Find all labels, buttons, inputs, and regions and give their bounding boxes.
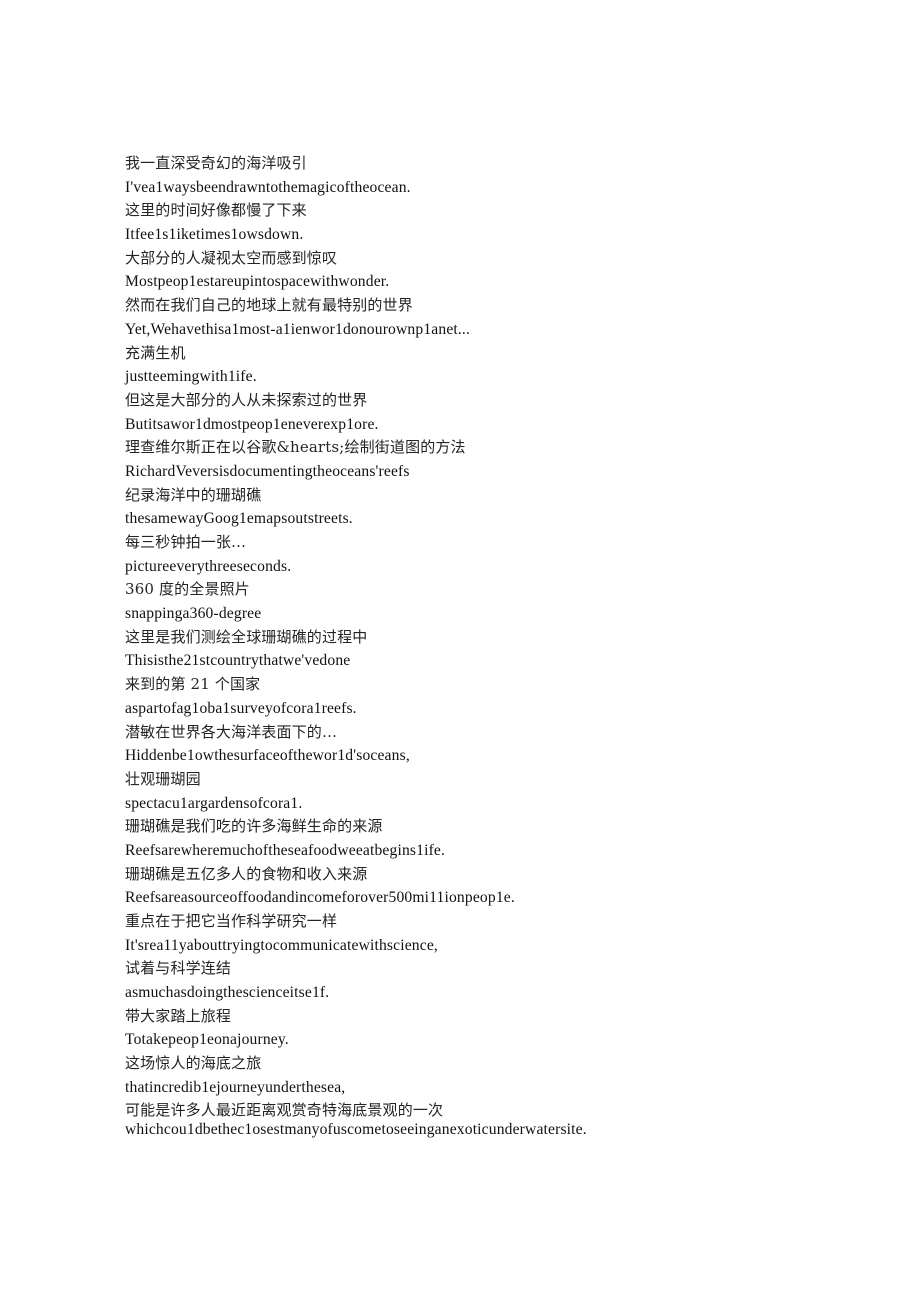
subtitle-line-english: Butitsawor1dmostpeop1eneverexp1ore. xyxy=(125,415,379,433)
subtitle-line-english: Totakepeop1eonajourney. xyxy=(125,1031,289,1049)
transcript-body: 我一直深受奇幻的海洋吸引 I'vea1waysbeendrawntothemagi… xyxy=(125,152,885,1140)
subtitle-line-chinese: 我一直深受奇幻的海洋吸引 xyxy=(125,154,307,172)
subtitle-line-chinese: 这场惊人的海底之旅 xyxy=(125,1054,262,1073)
subtitle-line-chinese: 重点在于把它当作科学研究一样 xyxy=(125,912,338,930)
subtitle-line-chinese: 纪录海洋中的珊瑚礁 xyxy=(125,485,262,504)
subtitle-line-english: Yet,Wehavethisa1most-a1ienwor1donourownp… xyxy=(125,320,471,338)
subtitle-line-chinese: 试着与科学连结 xyxy=(125,959,232,978)
subtitle-line-english: Itfee1s1iketimes1owsdown. xyxy=(125,226,304,244)
subtitle-line-english: thatincredib1ejourneyunderthesea, xyxy=(125,1078,346,1096)
subtitle-line-english: Thisisthe21stcountrythatwe'vedone xyxy=(125,652,351,670)
subtitle-line-english: thesamewayGoog1emapsoutstreets. xyxy=(125,510,353,528)
subtitle-line-english: spectacu1argardensofcora1. xyxy=(125,794,303,812)
subtitle-line-chinese: 360 度的全景照片 xyxy=(125,580,250,599)
subtitle-line-chinese: 带大家踏上旅程 xyxy=(125,1006,232,1025)
subtitle-line-chinese: 理查维尔斯正在以谷歌&hearts;绘制街道图的方法 xyxy=(125,438,466,457)
subtitle-line-english: Reefsarewheremuchoftheseafoodweeatbegins… xyxy=(125,841,446,859)
subtitle-line-english: I'vea1waysbeendrawntothemagicoftheocean. xyxy=(125,178,411,196)
subtitle-line-chinese: 珊瑚礁是五亿多人的食物和收入来源 xyxy=(125,864,368,883)
subtitle-line-english: Reefsareasourceoffoodandincomeforover500… xyxy=(125,889,515,907)
subtitle-line-english: justteemingwith1ife. xyxy=(125,368,257,386)
subtitle-line-english: Mostpeop1estareupintospacewithwonder. xyxy=(125,273,390,291)
subtitle-line-chinese: 这里是我们测绘全球珊瑚礁的过程中 xyxy=(125,627,368,646)
subtitle-line-english: aspartofag1oba1surveyofcora1reefs. xyxy=(125,699,357,717)
subtitle-line-chinese: 然而在我们自己的地球上就有最特别的世界 xyxy=(125,296,413,315)
subtitle-line-chinese: 可能是许多人最近距离观赏奇特海底景观的一次 xyxy=(125,1100,444,1119)
subtitle-line-chinese: 这里的时间好像都慢了下来 xyxy=(125,201,307,220)
subtitle-line-english: It'srea11yabouttryingtocommunicatewithsc… xyxy=(125,936,438,954)
subtitle-line-chinese: 充满生机 xyxy=(125,343,186,362)
subtitle-line-chinese: 潜敏在世界各大海洋表面下的… xyxy=(125,722,338,741)
subtitle-line-chinese: 来到的第 21 个国家 xyxy=(125,675,261,694)
subtitle-line-english: pictureeverythreeseconds. xyxy=(125,557,292,575)
subtitle-line-chinese: 每三秒钟拍一张… xyxy=(125,533,247,551)
subtitle-line-chinese: 但这是大部分的人从未探索过的世界 xyxy=(125,390,368,409)
subtitle-line-chinese: 壮观珊瑚园 xyxy=(125,769,201,788)
subtitle-line-english: Hiddenbe1owthesurfaceofthewor1d'soceans, xyxy=(125,747,410,765)
subtitle-line-english: snappinga360-degree xyxy=(125,605,262,623)
subtitle-line-english: RichardVeversisdocumentingtheoceans'reef… xyxy=(125,462,410,480)
subtitle-line-english: asmuchasdoingthescienceitse1f. xyxy=(125,984,330,1002)
subtitle-line-chinese: 珊瑚礁是我们吃的许多海鲜生命的来源 xyxy=(125,817,383,836)
subtitle-line-english: whichcou1dbethec1osestmanyofuscometoseei… xyxy=(125,1120,587,1138)
subtitle-line-chinese: 大部分的人凝视太空而感到惊叹 xyxy=(125,248,338,267)
